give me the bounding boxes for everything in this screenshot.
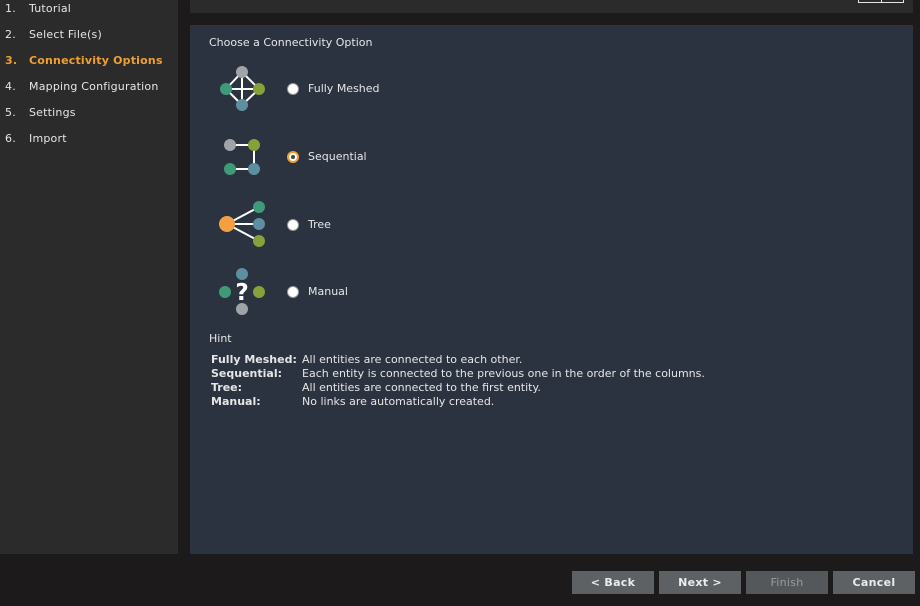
step-mapping-configuration[interactable]: 4. Mapping Configuration [5,78,159,96]
top-right-box [858,0,904,3]
fully-meshed-radio[interactable] [287,83,299,95]
tree-icon [219,201,265,247]
hint-title: Hint [209,332,232,345]
finish-button[interactable]: Finish [746,571,828,594]
tree-radio[interactable] [287,219,299,231]
hint-term: Manual: [211,395,261,408]
step-label: Tutorial [29,2,72,15]
hint-desc: No links are automatically created. [302,395,495,408]
hint-desc: All entities are connected to each other… [302,353,523,366]
fully-meshed-label: Fully Meshed [308,82,380,95]
step-number: 1. [5,2,16,15]
sequential-label: Sequential [308,150,367,163]
panel-title: Choose a Connectivity Option [209,36,373,49]
step-label: Import [29,132,67,145]
step-number: 3. [5,54,18,67]
tree-label: Tree [308,218,331,231]
hint-desc: All entities are connected to the first … [302,381,541,394]
hint-term: Tree: [211,381,243,394]
sequential-radio[interactable] [287,151,299,163]
back-button[interactable]: < Back [572,571,654,594]
step-number: 5. [5,106,16,119]
step-label: Settings [29,106,76,119]
step-label: Connectivity Options [29,54,163,67]
fully-meshed-icon [220,66,265,111]
step-number: 4. [5,80,16,93]
wizard-window: 1. Tutorial 2. Select File(s) 3. Connectivi… [0,0,920,606]
sequential-icon [224,139,260,175]
manual-label: Manual [308,285,348,298]
hint-term: Sequential: [211,367,283,380]
step-label: Select File(s) [29,28,102,41]
steps-sidebar: 1. Tutorial 2. Select File(s) 3. Connectivi… [0,0,178,554]
step-number: 6. [5,132,16,145]
manual-icon: ? [219,268,265,315]
manual-radio[interactable] [287,286,299,298]
step-number: 2. [5,28,16,41]
connectivity-panel: Choose a Connectivity Option Fully Meshe… [190,25,913,554]
cancel-button[interactable]: Cancel [833,571,915,594]
hint-term: Fully Meshed: [211,353,297,366]
step-select-files[interactable]: 2. Select File(s) [5,26,102,44]
hint-desc: Each entity is connected to the previous… [302,367,705,380]
top-panel-edge [190,0,913,13]
step-connectivity-options[interactable]: 3. Connectivity Options [5,52,163,70]
step-tutorial[interactable]: 1. Tutorial [5,0,71,18]
next-button[interactable]: Next > [659,571,741,594]
svg-text:?: ? [235,280,248,306]
step-settings[interactable]: 5. Settings [5,104,76,122]
step-label: Mapping Configuration [29,80,159,93]
step-import[interactable]: 6. Import [5,130,67,148]
